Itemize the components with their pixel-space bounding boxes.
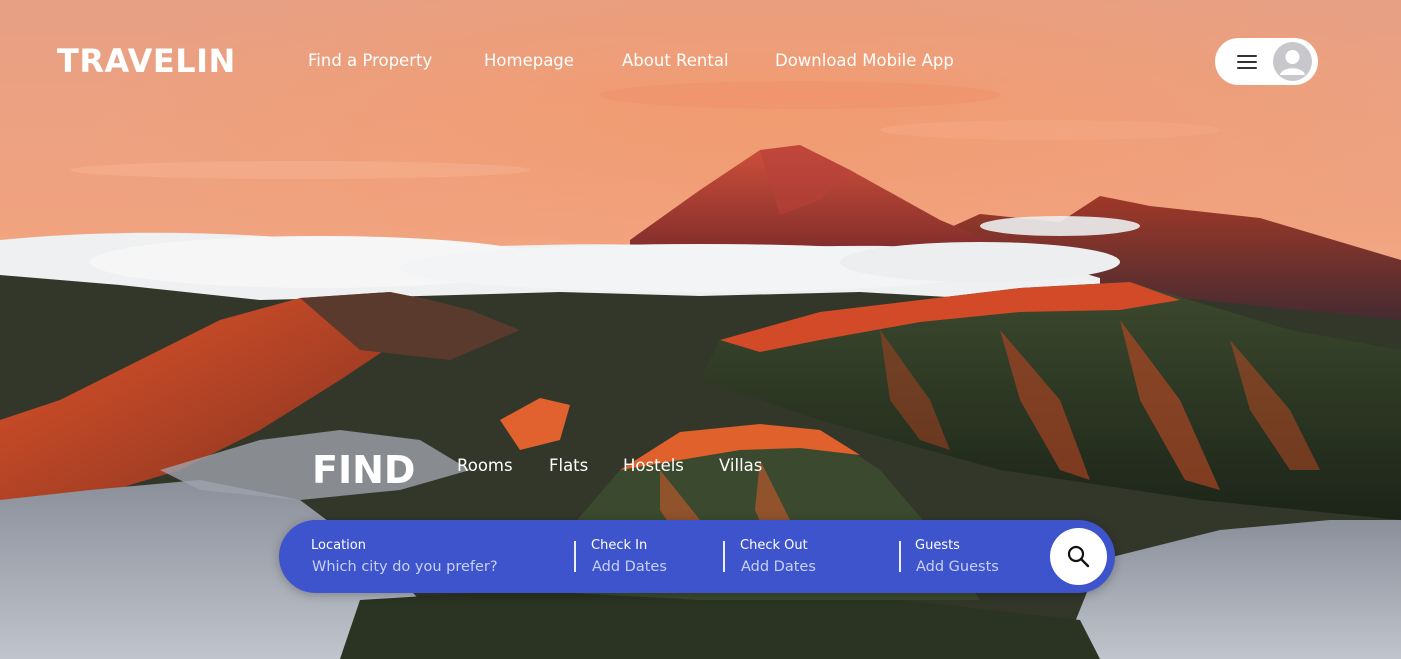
divider (574, 541, 576, 572)
user-menu-button[interactable] (1215, 38, 1318, 85)
search-bar: Location Which city do you prefer? Check… (279, 520, 1115, 593)
check-in-label: Check In (591, 538, 648, 553)
category-flats[interactable]: Flats (549, 456, 588, 475)
category-villas[interactable]: Villas (719, 456, 762, 475)
category-hostels[interactable]: Hostels (623, 456, 684, 475)
location-input[interactable]: Which city do you prefer? (312, 559, 498, 575)
guests-field[interactable]: Guests Add Guests (915, 520, 1045, 593)
nav-download-app[interactable]: Download Mobile App (775, 51, 954, 70)
check-out-field[interactable]: Check Out Add Dates (740, 520, 890, 593)
user-avatar-icon (1273, 42, 1312, 81)
divider (723, 541, 725, 572)
search-icon (1067, 545, 1090, 568)
search-button[interactable] (1050, 528, 1107, 585)
check-out-input[interactable]: Add Dates (741, 559, 816, 575)
guests-input[interactable]: Add Guests (916, 559, 999, 575)
divider (899, 541, 901, 572)
hamburger-menu-icon (1237, 53, 1259, 70)
check-out-label: Check Out (740, 538, 808, 553)
find-heading: FIND (312, 448, 416, 492)
location-field[interactable]: Location Which city do you prefer? (311, 520, 571, 593)
nav-homepage[interactable]: Homepage (484, 51, 574, 70)
location-label: Location (311, 538, 366, 553)
category-rooms[interactable]: Rooms (457, 456, 513, 475)
nav-about-rental[interactable]: About Rental (622, 51, 729, 70)
guests-label: Guests (915, 538, 960, 553)
nav-find-property[interactable]: Find a Property (308, 51, 432, 70)
check-in-field[interactable]: Check In Add Dates (591, 520, 721, 593)
check-in-input[interactable]: Add Dates (592, 559, 667, 575)
logo[interactable]: TRAVELIN (57, 42, 236, 80)
